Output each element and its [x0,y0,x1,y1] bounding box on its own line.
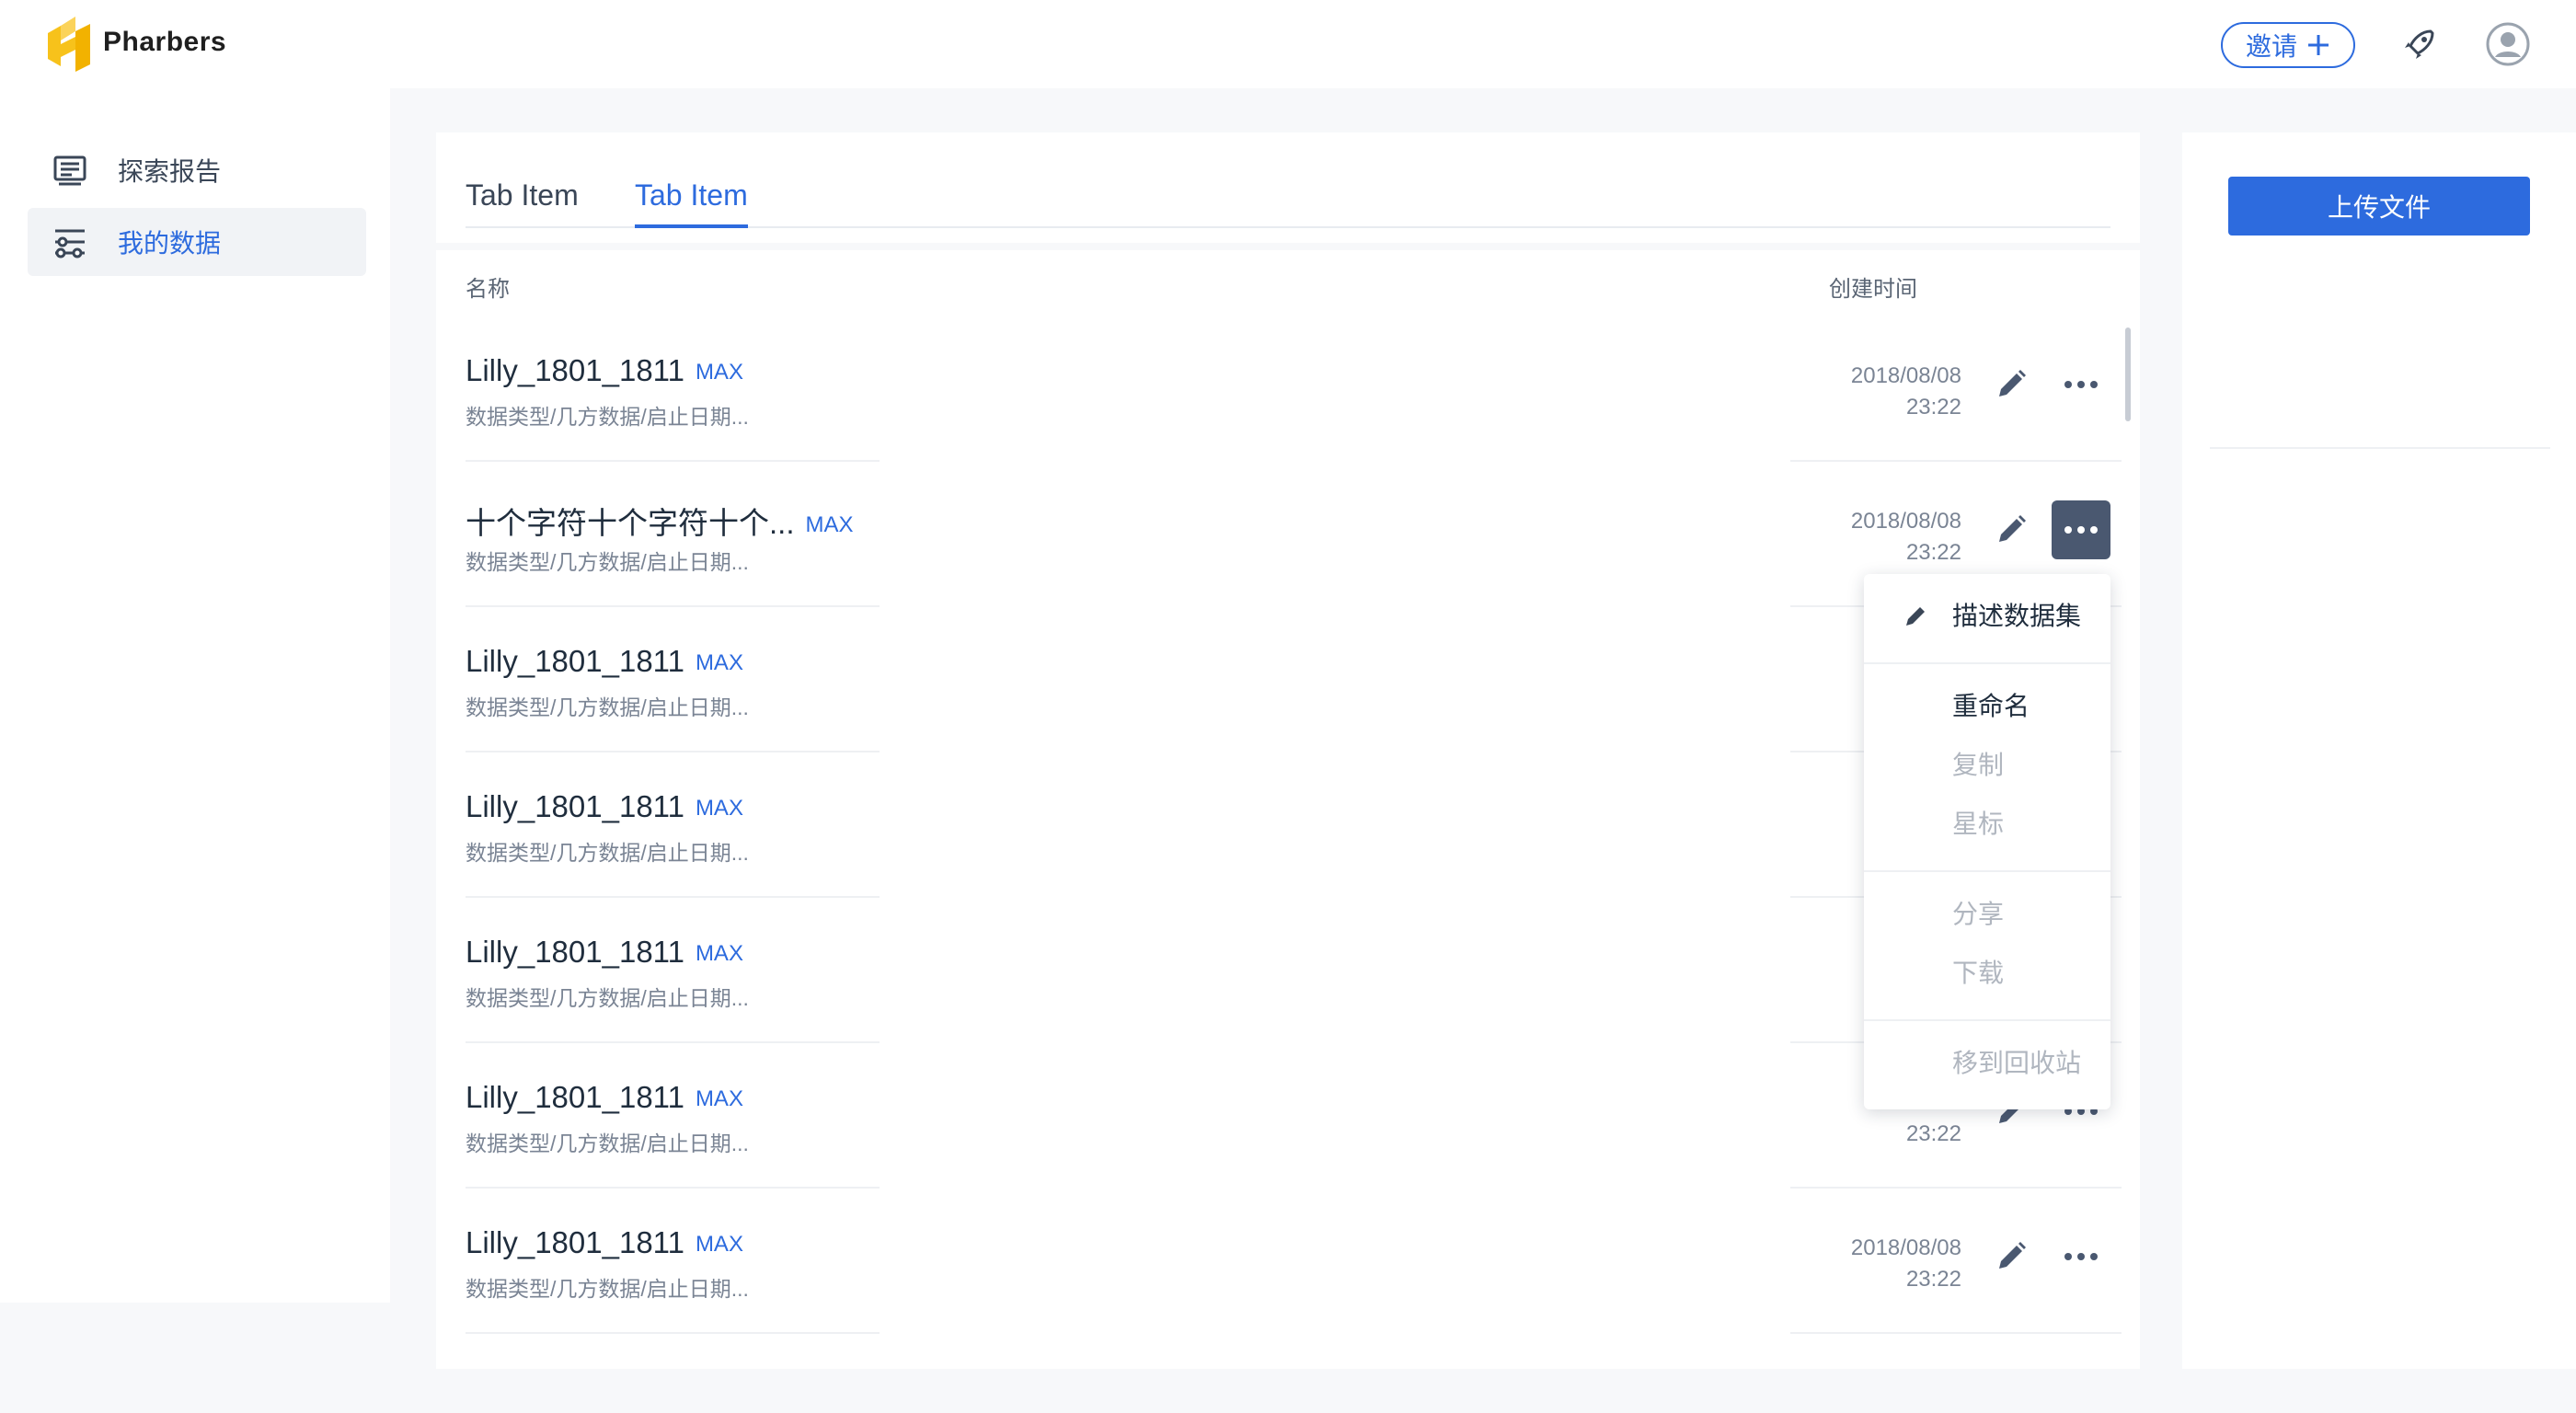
dataset-description: 数据类型/几方数据/启止日期... [466,695,749,719]
invite-label: 邀请 [2245,32,2297,61]
more-options-button[interactable] [2052,355,2110,414]
tab-item-2[interactable]: Tab Item [635,169,748,228]
list-item[interactable]: Lilly_1801_1811 MAX 数据类型/几方数据/启止日期... 2018/… [466,316,2122,462]
edit-pencil-icon[interactable] [1993,366,2030,403]
created-time: 2018/08/08 23:22 [1796,361,1961,423]
column-header-created: 创建时间 [1829,277,1917,302]
dataset-tag: MAX [695,941,743,966]
menu-item-star[interactable]: 星标 [1952,804,2004,841]
sidebar: 探索报告 我的数据 [0,88,390,1303]
pharbers-logo-icon [48,17,90,72]
logo[interactable]: Pharbers [42,13,226,72]
dataset-name: Lilly_1801_1811 MAX [466,353,743,388]
list-divider [436,243,2140,250]
more-dots-icon [2064,526,2098,534]
dataset-tag: MAX [695,796,743,821]
dataset-tag: MAX [805,512,854,537]
created-clock: 23:22 [1905,1121,1961,1146]
created-date: 2018/08/08 [1850,509,1961,534]
dataset-name: Lilly_1801_1811 MAX [466,935,743,970]
data-icon [55,229,85,258]
column-header-name: 名称 [466,277,510,302]
menu-item-move-to-trash[interactable]: 移到回收站 [1952,1043,2081,1080]
menu-item-copy[interactable]: 复制 [1952,745,2004,782]
dataset-description: 数据类型/几方数据/启止日期... [466,1277,749,1301]
dataset-name: Lilly_1801_1811 MAX [466,1225,743,1260]
row-divider [1790,1332,2122,1334]
dataset-name-text: Lilly_1801_1811 [466,644,684,678]
top-bar: Pharbers 邀请 [0,0,2576,88]
dataset-name: 十个字符十个字符十个... MAX [466,499,854,543]
edit-pencil-icon[interactable] [1993,1238,2030,1275]
created-date: 2018/08/08 [1850,363,1961,388]
created-clock: 23:22 [1905,540,1961,565]
menu-divider [1864,870,2110,872]
dataset-description: 数据类型/几方数据/启止日期... [466,986,749,1010]
created-date: 2018/08/08 [1850,1235,1961,1260]
report-icon [53,155,86,186]
created-clock: 23:22 [1905,395,1961,419]
menu-item-rename[interactable]: 重命名 [1952,686,2030,723]
created-time: 2018/08/08 23:22 [1796,1233,1961,1295]
dataset-name-text: Lilly_1801_1811 [466,789,684,823]
avatar[interactable] [2486,22,2530,66]
edit-pencil-icon[interactable] [1993,511,2030,548]
sidebar-item-explore-report[interactable]: 探索报告 [28,136,366,204]
sidebar-item-my-data[interactable]: 我的数据 [28,208,366,276]
dataset-tag: MAX [695,650,743,675]
brand-name: Pharbers [103,27,227,57]
dataset-description: 数据类型/几方数据/启止日期... [466,405,749,429]
tab-bar: Tab Item Tab Item [466,169,2110,228]
sidebar-item-label: 我的数据 [118,229,222,258]
created-clock: 23:22 [1905,1267,1961,1292]
menu-item-describe[interactable]: 描述数据集 [1952,596,2081,633]
invite-button[interactable]: 邀请 [2221,22,2355,68]
menu-item-share[interactable]: 分享 [1952,894,2004,931]
created-time: 2018/08/08 23:22 [1796,506,1961,569]
row-actions-menu: 描述数据集 重命名 复制 星标 分享 下载 移到回收站 [1864,574,2110,1109]
more-options-button[interactable] [2052,1227,2110,1286]
menu-divider [1864,1019,2110,1021]
dataset-tag: MAX [695,360,743,385]
more-dots-icon [2064,1253,2098,1260]
dataset-tag: MAX [695,1086,743,1111]
dataset-name-text: Lilly_1801_1811 [466,353,684,387]
tab-item-1[interactable]: Tab Item [466,169,579,228]
menu-divider [1864,662,2110,664]
dataset-description: 数据类型/几方数据/启止日期... [466,841,749,865]
dataset-name-text: Lilly_1801_1811 [466,935,684,969]
dataset-name-text: Lilly_1801_1811 [466,1225,684,1259]
right-panel-divider [2210,447,2550,449]
list-item[interactable]: Lilly_1801_1811 MAX 数据类型/几方数据/启止日期... 2018/… [466,1189,2122,1334]
upload-file-button[interactable]: 上传文件 [2228,177,2530,236]
sidebar-item-label: 探索报告 [118,157,222,186]
scrollbar[interactable] [2125,327,2131,421]
dataset-tag: MAX [695,1232,743,1257]
pencil-icon [1906,607,1925,626]
plus-icon [2308,35,2329,55]
row-divider [466,1332,880,1334]
right-panel: 上传文件 [2182,132,2576,1369]
more-options-button[interactable] [2052,500,2110,559]
dataset-name-text: Lilly_1801_1811 [466,1080,684,1114]
more-dots-icon [2064,381,2098,388]
rocket-icon[interactable] [2401,26,2438,63]
dataset-name: Lilly_1801_1811 MAX [466,644,743,679]
dataset-name-text: 十个字符十个字符十个... [466,506,795,540]
dataset-name: Lilly_1801_1811 MAX [466,1080,743,1115]
dataset-description: 数据类型/几方数据/启止日期... [466,550,749,574]
menu-item-download[interactable]: 下载 [1952,953,2004,990]
dataset-name: Lilly_1801_1811 MAX [466,789,743,824]
dataset-description: 数据类型/几方数据/启止日期... [466,1132,749,1155]
